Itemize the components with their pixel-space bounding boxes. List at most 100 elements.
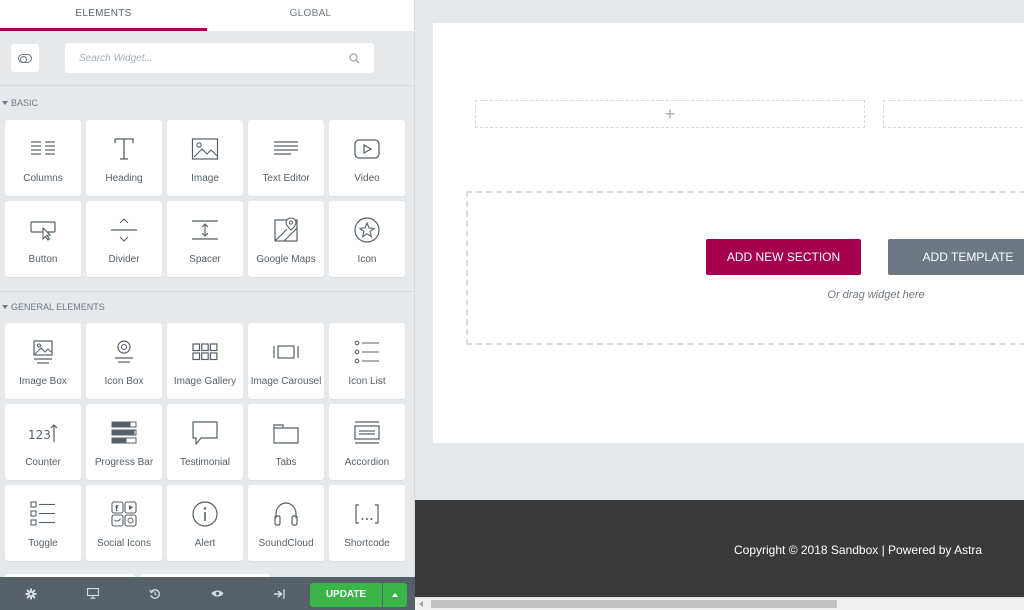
widget-image-box[interactable]: Image Box [5, 323, 81, 399]
columns-icon [30, 134, 56, 164]
accordion-icon [353, 418, 381, 448]
drag-widget-hint: Or drag widget here [827, 289, 925, 301]
site-footer: Copyright © 2018 Sandbox | Powered by As… [415, 500, 1024, 597]
widget-label: Image Box [19, 376, 67, 387]
widget-progress-bar[interactable]: Progress Bar [86, 404, 162, 480]
general-widgets-grid: Image Box Icon Box Image Gallery Image C… [0, 323, 414, 561]
page-preview: + ADD NEW SECTION ADD TEMPLATE Or drag w… [415, 0, 1024, 610]
responsive-icon[interactable] [62, 577, 124, 610]
widget-label: Icon List [348, 376, 386, 387]
widget-image[interactable]: Image [167, 120, 243, 196]
empty-column[interactable]: + [475, 100, 865, 128]
toggle-icon [18, 53, 32, 63]
tabs-icon [272, 418, 300, 448]
widget-label: Testimonial [179, 457, 231, 468]
widget-label: Image Carousel [250, 376, 322, 387]
counter-icon: 123 [28, 418, 58, 448]
testimonial-icon [191, 418, 219, 448]
widget-label: Icon Box [104, 376, 144, 387]
widget-alert[interactable]: Alert [167, 485, 243, 561]
image-box-icon [31, 337, 55, 367]
copyright-text: Copyright © 2018 Sandbox | Powered by As… [734, 543, 983, 557]
add-template-button[interactable]: ADD TEMPLATE [888, 239, 1024, 275]
widget-label: Text Editor [262, 173, 310, 184]
widget-image-gallery[interactable]: Image Gallery [167, 323, 243, 399]
spacer-icon [191, 215, 219, 245]
search-icon[interactable] [349, 52, 360, 64]
scrollbar-thumb[interactable] [431, 600, 837, 608]
widget-icon-box[interactable]: Icon Box [86, 323, 162, 399]
toggle-view-button[interactable] [11, 44, 39, 72]
widget-google-maps[interactable]: Google Maps [248, 201, 324, 277]
alert-icon [191, 499, 219, 529]
search-row [0, 31, 414, 86]
image-carousel-icon [272, 337, 300, 367]
widget-label: Video [354, 173, 380, 184]
video-icon [353, 134, 381, 164]
widget-label: Accordion [344, 457, 390, 468]
icon-box-icon [112, 337, 136, 367]
category-label: BASIC [11, 98, 39, 108]
page-content: + ADD NEW SECTION ADD TEMPLATE Or drag w… [433, 23, 1024, 443]
shortcode-icon [353, 499, 381, 529]
soundcloud-icon [272, 499, 300, 529]
widget-shortcode[interactable]: Shortcode [329, 485, 405, 561]
empty-column[interactable] [883, 100, 1024, 128]
widget-heading[interactable]: Heading [86, 120, 162, 196]
divider-icon [110, 215, 138, 245]
widget-video[interactable]: Video [329, 120, 405, 196]
widget-divider[interactable]: Divider [86, 201, 162, 277]
tab-elements[interactable]: ELEMENTS [0, 0, 207, 31]
widget-label: Google Maps [256, 254, 316, 265]
add-new-section-button[interactable]: ADD NEW SECTION [706, 239, 861, 275]
widget-columns[interactable]: Columns [5, 120, 81, 196]
text-editor-icon [273, 134, 299, 164]
widget-social-icons[interactable]: f Social Icons [86, 485, 162, 561]
widget-label: Button [28, 254, 58, 265]
widget-button[interactable]: Button [5, 201, 81, 277]
star-icon [353, 215, 381, 245]
preview-icon[interactable] [186, 577, 248, 610]
widget-counter[interactable]: 123 Counter [5, 404, 81, 480]
widget-toggle[interactable]: Toggle [5, 485, 81, 561]
widget-icon-list[interactable]: Icon List [329, 323, 405, 399]
category-basic-title[interactable]: BASIC [0, 86, 414, 120]
panel-tabs: ELEMENTS GLOBAL [0, 0, 414, 31]
button-icon [29, 215, 57, 245]
widget-spacer[interactable]: Spacer [167, 201, 243, 277]
widget-testimonial[interactable]: Testimonial [167, 404, 243, 480]
widget-label: Social Icons [97, 538, 151, 549]
elementor-editor: ELEMENTS GLOBAL BASIC Columns [0, 0, 1024, 610]
widget-text-editor[interactable]: Text Editor [248, 120, 324, 196]
widget-soundcloud[interactable]: SoundCloud [248, 485, 324, 561]
settings-icon[interactable] [0, 577, 62, 610]
social-icons-icon: f [110, 499, 138, 529]
add-widget-plus-icon[interactable]: + [665, 104, 676, 125]
toggle-list-icon [30, 499, 56, 529]
save-options-button[interactable] [383, 583, 407, 607]
widget-accordion[interactable]: Accordion [329, 404, 405, 480]
category-label: GENERAL ELEMENTS [11, 302, 105, 312]
widget-image-carousel[interactable]: Image Carousel [248, 323, 324, 399]
tab-global[interactable]: GLOBAL [207, 0, 414, 31]
widget-label: Image [191, 173, 219, 184]
basic-widgets-grid: Columns Heading Image Text Editor Video … [0, 120, 414, 277]
category-general-title[interactable]: GENERAL ELEMENTS [0, 292, 414, 323]
svg-text:123: 123 [28, 428, 51, 442]
widget-tabs[interactable]: Tabs [248, 404, 324, 480]
widget-label: Alert [194, 538, 216, 549]
icon-list-icon [354, 337, 380, 367]
widget-icon[interactable]: Icon [329, 201, 405, 277]
horizontal-scrollbar[interactable] [415, 597, 1024, 610]
history-icon[interactable] [124, 577, 186, 610]
image-gallery-icon [192, 337, 218, 367]
search-input[interactable] [79, 52, 349, 64]
widget-label: Image Gallery [173, 376, 237, 387]
scroll-left-icon[interactable] [419, 601, 423, 607]
exit-icon[interactable] [248, 577, 310, 610]
widget-label: Progress Bar [94, 457, 154, 468]
widget-label: Columns [23, 173, 63, 184]
update-button[interactable]: UPDATE [310, 583, 382, 607]
widget-label: Toggle [28, 538, 58, 549]
panel-footer-toolbar: UPDATE [0, 577, 415, 610]
